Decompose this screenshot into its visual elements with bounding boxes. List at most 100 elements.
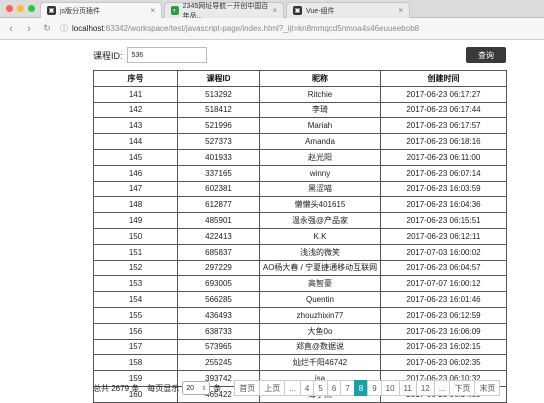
select-arrows-icon: ⇕ <box>201 385 207 392</box>
course-id-cell: 513292 <box>177 85 260 103</box>
close-tab-icon[interactable]: × <box>398 6 403 15</box>
page-button[interactable]: 上页 <box>259 380 286 396</box>
table-body: 141 513292 Ritchie 2017-06-23 06:17:27 142 51… <box>93 85 507 403</box>
maximize-window-button[interactable] <box>28 5 35 12</box>
created-time-cell: 2017-06-23 06:02:35 <box>380 354 507 372</box>
nickname-cell: AO杨大春 / 宁夏捷通移动互联网 <box>259 259 381 277</box>
nickname-cell: zhouzhixin77 <box>259 306 381 324</box>
page-button[interactable]: 下页 <box>449 380 476 396</box>
row-index-cell: 148 <box>93 196 178 214</box>
course-id-cell: 401933 <box>177 148 260 166</box>
page-button[interactable]: 7 <box>340 380 355 396</box>
course-id-cell: 685837 <box>177 243 260 261</box>
close-tab-icon[interactable]: × <box>272 6 277 15</box>
search-button[interactable]: 查询 <box>466 47 506 63</box>
table-row: 149 485901 温永强@产品家 2017-06-23 06:15:51 <box>93 212 507 229</box>
back-arrow-icon[interactable]: ‹ <box>4 22 18 36</box>
course-id-cell: 297229 <box>177 259 260 277</box>
created-time-cell: 2017-06-23 06:12:59 <box>380 306 507 324</box>
row-index-cell: 154 <box>93 291 178 308</box>
search-label: 课程ID: <box>93 50 123 61</box>
created-time-cell: 2017-06-23 06:17:57 <box>380 117 507 135</box>
created-time-cell: 2017-07-07 16:00:12 <box>380 275 507 293</box>
close-window-button[interactable] <box>6 5 13 12</box>
nickname-cell: Quentin <box>259 291 381 308</box>
page-button[interactable]: 5 <box>313 380 328 396</box>
page-button[interactable]: 11 <box>398 380 417 396</box>
page-button[interactable]: 末页 <box>474 380 501 396</box>
page-size-select[interactable]: 20 ⇕ <box>182 381 211 395</box>
nickname-cell: Amanda <box>259 133 381 150</box>
course-id-cell: 436493 <box>177 306 260 324</box>
row-index-cell: 144 <box>93 133 178 150</box>
url-path: :63342/workspace/test/javascript-page/in… <box>103 24 420 33</box>
created-time-cell: 2017-06-23 06:17:44 <box>380 101 507 119</box>
forward-arrow-icon[interactable]: › <box>22 22 36 36</box>
created-time-cell: 2017-06-23 16:06:09 <box>380 322 507 340</box>
page-button[interactable]: 8 <box>353 380 369 396</box>
course-id-cell: 566285 <box>177 291 260 308</box>
table-row: 152 297229 AO杨大春 / 宁夏捷通移动互联网 2017-06-23 06:… <box>93 259 507 277</box>
page-button[interactable]: 6 <box>326 380 342 396</box>
table-row: 142 518412 李琦 2017-06-23 06:17:44 <box>93 101 507 119</box>
page-button[interactable]: 12 <box>415 380 435 396</box>
tab-favicon-icon: ▣ <box>293 6 302 15</box>
row-index-cell: 156 <box>93 322 178 340</box>
course-id-cell: 573965 <box>177 338 260 356</box>
browser-tab-1[interactable]: ▣ js版分页插件 × <box>40 2 162 18</box>
nickname-cell: 浅浅的微笑 <box>259 243 381 261</box>
table-row: 146 337165 winny 2017-06-23 06:07:14 <box>93 164 507 182</box>
page-buttons: 首页 上页... 4 5 6 7 8 9 10 11 12... 下页 末页 <box>234 380 501 396</box>
course-id-cell: 602381 <box>177 180 260 198</box>
course-id-cell: 693005 <box>177 275 260 293</box>
row-index-cell: 147 <box>93 180 178 198</box>
table-row: 145 401933 赵光阳 2017-06-23 06:11:00 <box>93 148 507 166</box>
table-row: 154 566285 Quentin 2017-06-23 16:01:46 <box>93 291 507 308</box>
row-index-cell: 152 <box>93 259 178 277</box>
row-index-cell: 142 <box>93 101 178 119</box>
nickname-cell: 李琦 <box>259 101 381 119</box>
page-button[interactable]: 10 <box>380 380 400 396</box>
page-button[interactable]: 4 <box>299 380 315 396</box>
column-header: 序号 <box>93 70 178 87</box>
course-id-input[interactable] <box>126 47 207 63</box>
page-ellipsis: ... <box>433 380 451 396</box>
per-page-prefix: 每页显示 <box>147 383 180 393</box>
page-ellipsis: ... <box>284 380 301 396</box>
column-header: 昵称 <box>259 70 381 87</box>
table-row: 143 521996 Mariah 2017-06-23 06:17:57 <box>93 117 507 135</box>
created-time-cell: 2017-06-23 06:15:51 <box>380 212 507 229</box>
nickname-cell: Mariah <box>259 117 381 135</box>
row-index-cell: 151 <box>93 243 178 261</box>
tab-title: Vue-组件 <box>306 7 335 15</box>
nickname-cell: 黑涩喵 <box>259 180 381 198</box>
browser-tab-bar: ▣ js版分页插件 × ◐ 2345网址导航－开创中国百年品... × ▣ Vu… <box>0 0 544 20</box>
nickname-cell: 赵光阳 <box>259 148 381 166</box>
row-index-cell: 143 <box>93 117 178 135</box>
table-row: 157 573965 郑直@数据说 2017-06-23 16:02:15 <box>93 338 507 356</box>
url-field[interactable]: ⓘ localhost :63342/workspace/test/javasc… <box>60 23 419 34</box>
reload-icon[interactable]: ↻ <box>40 22 54 36</box>
nickname-cell: 大鱼0o <box>259 322 381 340</box>
created-time-cell: 2017-06-23 06:18:16 <box>380 133 507 150</box>
info-icon[interactable]: ⓘ <box>60 23 68 34</box>
page-button[interactable]: 首页 <box>234 380 261 396</box>
table-row: 148 612877 懒懒头401615 2017-06-23 16:04:36 <box>93 196 507 214</box>
table-row: 144 527373 Amanda 2017-06-23 06:18:16 <box>93 133 507 150</box>
table-row: 158 255245 灿烂千阳46742 2017-06-23 06:02:35 <box>93 354 507 372</box>
url-host: localhost <box>72 24 104 33</box>
window-controls <box>6 5 35 12</box>
table-row: 156 638733 大鱼0o 2017-06-23 16:06:09 <box>93 322 507 340</box>
table-row: 141 513292 Ritchie 2017-06-23 06:17:27 <box>93 85 507 103</box>
created-time-cell: 2017-06-23 06:17:27 <box>380 85 507 103</box>
close-tab-icon[interactable]: × <box>150 6 155 15</box>
browser-tab-3[interactable]: ▣ Vue-组件 × <box>286 2 410 18</box>
tab-title: js版分页插件 <box>60 7 101 15</box>
row-index-cell: 146 <box>93 164 178 182</box>
minimize-window-button[interactable] <box>17 5 24 12</box>
browser-tab-2[interactable]: ◐ 2345网址导航－开创中国百年品... × <box>164 2 284 20</box>
page-content: 课程ID: 查询 序号课程ID昵称创建时间 141513292Ritchie20… <box>0 40 544 403</box>
row-index-cell: 158 <box>93 354 178 372</box>
page-button[interactable]: 9 <box>367 380 382 396</box>
table-row: 147 602381 黑涩喵 2017-06-23 16:03:59 <box>93 180 507 198</box>
